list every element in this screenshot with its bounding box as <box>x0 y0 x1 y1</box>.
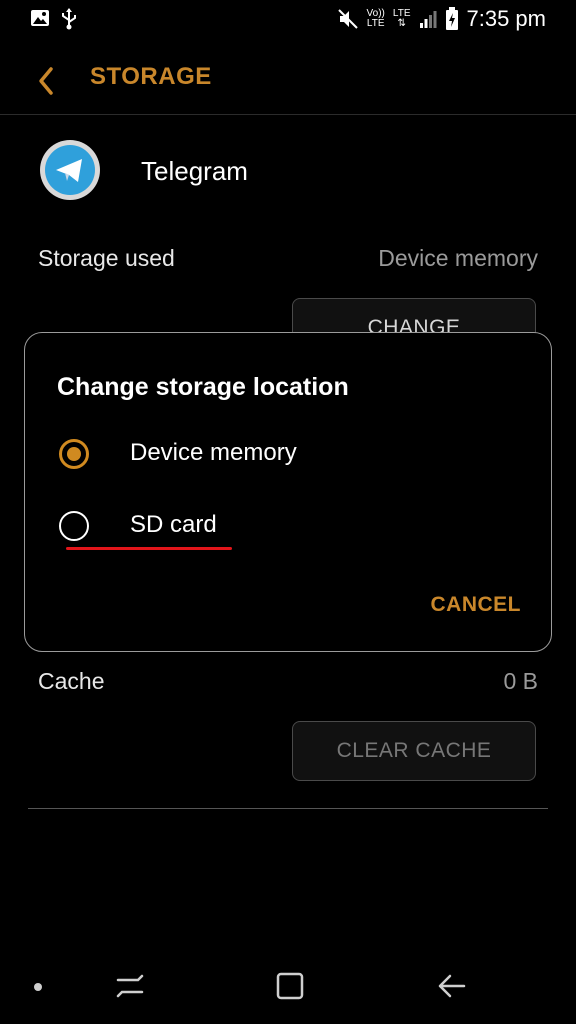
option-label: Device memory <box>130 439 297 466</box>
volte-icon: Vo)) LTE <box>367 9 385 29</box>
status-left <box>30 8 78 30</box>
home-icon[interactable] <box>274 970 306 1002</box>
change-storage-dialog: Change storage location Device memory SD… <box>24 332 552 652</box>
status-bar: Vo)) LTE LTE ⇅ 7:35 pm <box>0 0 576 40</box>
cancel-button[interactable]: CANCEL <box>431 593 522 617</box>
lte-arrows-icon: ⇅ <box>397 18 406 29</box>
back-arrow-icon[interactable] <box>436 970 468 1002</box>
signal-icon <box>419 11 436 28</box>
chevron-left-icon[interactable] <box>34 64 58 98</box>
dot-icon[interactable] <box>33 982 43 992</box>
clear-cache-button[interactable]: CLEAR CACHE <box>292 721 536 781</box>
telegram-icon-circle <box>45 145 95 195</box>
volte-bottom-text: LTE <box>366 18 385 29</box>
cache-value: 0 B <box>503 668 538 694</box>
storage-used-value: Device memory <box>378 245 538 271</box>
status-right: Vo)) LTE LTE ⇅ 7:35 pm <box>337 6 546 32</box>
red-underline-annotation <box>66 547 232 550</box>
page-title: STORAGE <box>90 63 212 90</box>
option-label: SD card <box>130 511 217 538</box>
navigation-bar <box>0 944 576 1024</box>
divider <box>28 808 548 809</box>
cache-label: Cache <box>38 668 105 694</box>
battery-charging-icon <box>445 7 458 30</box>
mute-icon <box>337 9 358 29</box>
app-name: Telegram <box>141 156 248 186</box>
paper-plane-icon <box>56 159 82 182</box>
option-device-memory[interactable]: Device memory <box>25 425 551 485</box>
dialog-title: Change storage location <box>57 373 349 401</box>
image-icon <box>31 10 49 26</box>
status-time: 7:35 pm <box>466 6 547 31</box>
app-bar: STORAGE <box>0 48 576 115</box>
lte-icon: LTE ⇅ <box>393 9 411 29</box>
radio-unselected-icon[interactable] <box>59 511 89 541</box>
radio-selected-icon[interactable] <box>59 439 89 469</box>
storage-used-label: Storage used <box>38 245 175 271</box>
usb-icon <box>62 8 76 30</box>
recents-icon[interactable] <box>114 970 146 1002</box>
telegram-icon <box>40 140 100 200</box>
